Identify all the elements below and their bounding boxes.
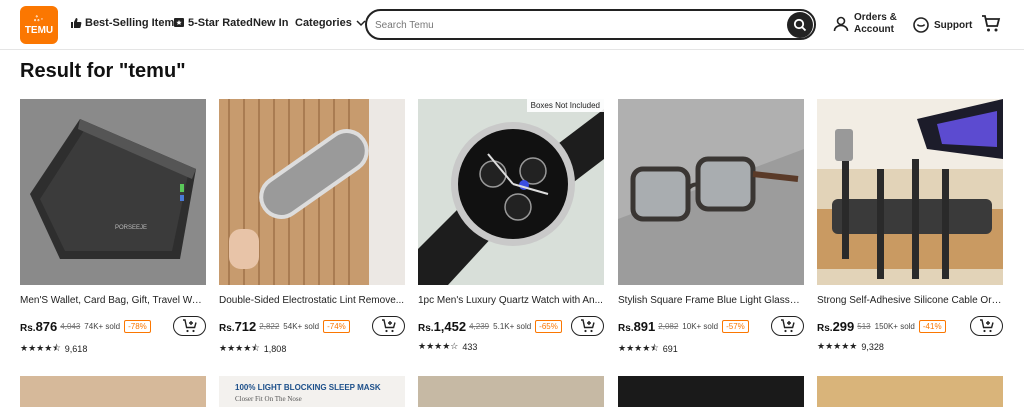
sold-count: 5.1K+ sold <box>493 321 532 331</box>
product-card[interactable]: Double-Sided Electrostatic Lint Remove..… <box>219 99 405 357</box>
original-price: 4,043 <box>60 321 81 331</box>
product-image-partial[interactable] <box>418 376 604 407</box>
thumbs-up-icon <box>71 18 82 28</box>
star-badge-icon <box>174 18 184 27</box>
discount-badge: -74% <box>323 319 350 333</box>
orders-account[interactable]: Orders & Account <box>832 12 897 36</box>
add-cart-icon <box>780 319 795 333</box>
review-count: 691 <box>662 344 678 354</box>
sold-count: 150K+ sold <box>874 321 915 331</box>
cart-button[interactable] <box>981 14 1001 39</box>
star-rating: ★★★★☆ <box>418 341 459 351</box>
original-price: 2,822 <box>259 321 280 331</box>
product-price: Rs.891 <box>618 318 656 334</box>
review-count: 1,808 <box>263 344 287 354</box>
product-card[interactable]: PORSEEJE Men'S Wallet, Card Bag, Gift, T… <box>20 99 206 357</box>
star-rating: ★★★★⯪ <box>20 343 61 353</box>
nav-new-in-label: New In <box>253 17 289 29</box>
original-price: 2,082 <box>658 321 679 331</box>
add-to-cart-button[interactable] <box>173 316 206 336</box>
product-price: Rs.876 <box>20 318 58 334</box>
logo-text: TEMU <box>24 25 54 36</box>
nav-five-star[interactable]: 5-Star Rated <box>173 17 253 29</box>
support-chat-icon <box>913 17 929 33</box>
sold-count: 74K+ sold <box>84 321 121 331</box>
product-name[interactable]: Men'S Wallet, Card Bag, Gift, Travel Wal… <box>20 295 206 306</box>
support-label: Support <box>934 19 973 31</box>
sold-count: 54K+ sold <box>283 321 320 331</box>
product-card[interactable]: Strong Self-Adhesive Silicone Cable Org.… <box>817 99 1003 352</box>
product-price: Rs.299 <box>817 318 855 334</box>
account-label: Account <box>854 24 894 35</box>
temu-logo[interactable]: ஃ◦ TEMU <box>20 6 58 44</box>
product-image-glasses[interactable] <box>618 99 804 285</box>
product-image-partial[interactable] <box>817 376 1003 407</box>
add-to-cart-button[interactable] <box>771 316 804 336</box>
review-count: 9,618 <box>64 344 88 354</box>
discount-badge: -41% <box>918 319 946 333</box>
product-image-partial[interactable] <box>618 376 804 407</box>
product-image-sleep-mask[interactable]: 100% LIGHT BLOCKING SLEEP MASK Closer Fi… <box>219 376 405 407</box>
product-name[interactable]: Strong Self-Adhesive Silicone Cable Org.… <box>817 295 1003 306</box>
nav-five-star-label: 5-Star Rated <box>188 17 253 29</box>
sleep-mask-title: 100% LIGHT BLOCKING SLEEP MASK <box>235 383 381 392</box>
discount-badge: -78% <box>124 319 151 333</box>
product-card[interactable]: Boxes Not Included 1pc Men's Luxury Quar… <box>418 99 604 352</box>
product-image-wallet[interactable]: PORSEEJE <box>20 99 206 285</box>
product-image-partial[interactable] <box>20 376 206 407</box>
star-rating: ★★★★★ <box>817 341 858 351</box>
orders-label: Orders & <box>854 12 897 23</box>
discount-badge: -57% <box>722 319 749 333</box>
top-header: ஃ◦ TEMU Best-Selling Items 5-Star Rated … <box>0 0 1024 50</box>
svg-text:PORSEEJE: PORSEEJE <box>115 225 147 231</box>
product-image-lint-roller[interactable] <box>219 99 405 285</box>
product-name[interactable]: 1pc Men's Luxury Quartz Watch with An... <box>418 295 604 306</box>
nav-best-selling-label: Best-Selling Items <box>85 17 181 29</box>
search-icon <box>793 18 807 32</box>
product-name[interactable]: Stylish Square Frame Blue Light Glasses … <box>618 295 804 306</box>
nav-new-in[interactable]: New In <box>253 17 288 29</box>
product-card[interactable]: Stylish Square Frame Blue Light Glasses … <box>618 99 804 357</box>
product-name[interactable]: Double-Sided Electrostatic Lint Remove..… <box>219 295 405 306</box>
search-button[interactable] <box>787 12 813 38</box>
search-input[interactable] <box>375 16 775 34</box>
product-image-cable-organizer[interactable] <box>817 99 1003 285</box>
review-count: 433 <box>462 341 478 352</box>
nav-best-selling[interactable]: Best-Selling Items <box>70 17 180 29</box>
product-image-watch[interactable]: Boxes Not Included <box>418 99 604 285</box>
boxes-not-included-badge: Boxes Not Included <box>526 99 604 112</box>
star-rating: ★★★★⯪ <box>618 343 659 353</box>
nav-categories[interactable]: Categories <box>295 17 367 29</box>
search-bar <box>365 9 816 40</box>
add-cart-icon <box>979 319 994 333</box>
star-rating: ★★★★⯪ <box>219 343 260 353</box>
add-cart-icon <box>182 319 197 333</box>
original-price: 4,239 <box>469 321 490 331</box>
cart-icon <box>982 15 1001 32</box>
sleep-mask-sub: Closer Fit On The Nose <box>235 395 302 403</box>
product-price: Rs.712 <box>219 318 257 334</box>
logo-glyphs: ஃ◦ <box>34 16 44 23</box>
add-to-cart-button[interactable] <box>970 316 1003 336</box>
page-title: Result for "temu" <box>20 60 186 82</box>
product-price: Rs.1,452 <box>418 318 467 334</box>
add-cart-icon <box>381 319 396 333</box>
add-cart-icon <box>580 319 595 333</box>
sold-count: 10K+ sold <box>682 321 719 331</box>
add-to-cart-button[interactable] <box>372 316 405 336</box>
original-price: 513 <box>857 321 871 331</box>
nav-categories-label: Categories <box>295 17 352 29</box>
add-to-cart-button[interactable] <box>571 316 604 336</box>
discount-badge: -65% <box>535 319 562 333</box>
user-icon <box>833 16 849 32</box>
support-link[interactable]: Support <box>912 16 972 34</box>
review-count: 9,328 <box>861 341 884 352</box>
